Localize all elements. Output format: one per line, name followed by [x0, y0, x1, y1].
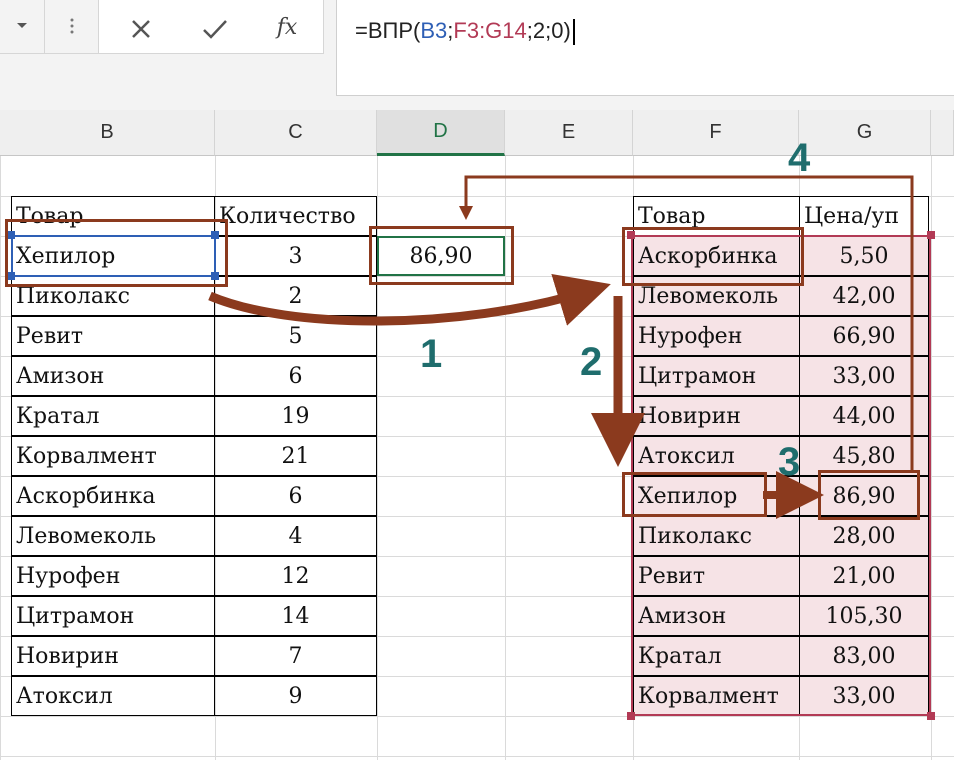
- step-label-1: 1: [420, 332, 443, 376]
- annotation-arrows: [208, 175, 914, 519]
- arrow-step-1: [208, 274, 611, 326]
- step-label-2: 2: [580, 340, 603, 384]
- step-label-4: 4: [788, 136, 811, 180]
- arrow-step-4: [464, 175, 914, 470]
- step-label-3: 3: [778, 440, 801, 484]
- arrow-step-4-head: [459, 206, 473, 220]
